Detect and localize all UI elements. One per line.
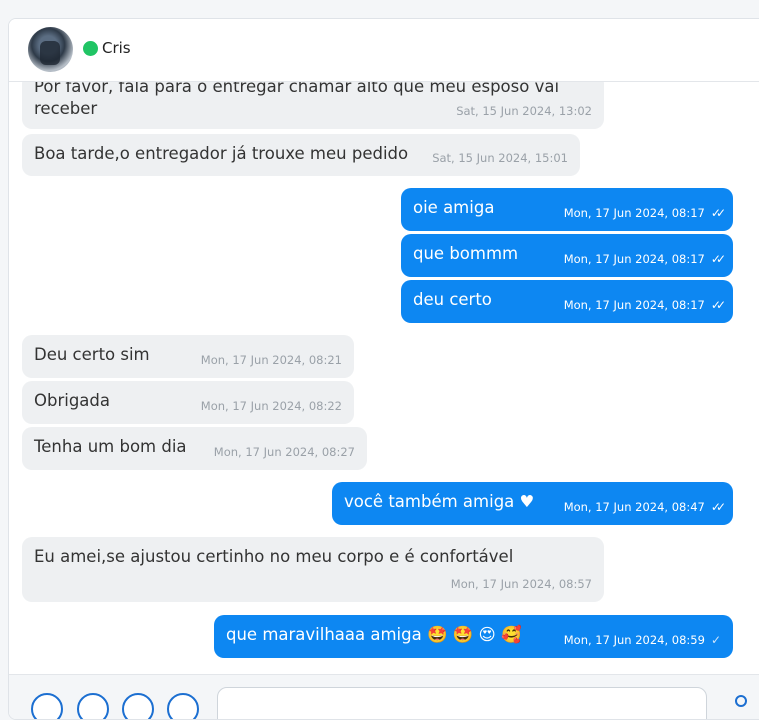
message-bubble[interactable]: Por favor, fala para o entregar chamar a…	[22, 82, 604, 129]
message-timestamp: Mon, 17 Jun 2024, 08:22	[200, 399, 342, 413]
message-bubble[interactable]: você também amiga ♥ Mon, 17 Jun 2024, 08…	[332, 482, 733, 525]
avatar[interactable]	[28, 27, 73, 72]
message-text: você também amiga ♥	[344, 492, 535, 511]
message-text: que maravilhaaa amiga 🤩 🤩 😍 🥰	[226, 625, 522, 644]
message-text: que bommm	[413, 244, 519, 263]
message-timestamp: Sat, 15 Jun 2024, 15:01	[432, 151, 568, 165]
message-bubble[interactable]: que maravilhaaa amiga 🤩 🤩 😍 🥰 Mon, 17 Ju…	[214, 615, 733, 658]
message-text: Boa tarde,o entregador já trouxe meu ped…	[34, 144, 409, 163]
composer-bar	[9, 674, 759, 719]
message-timestamp: Mon, 17 Jun 2024, 08:17	[563, 252, 705, 266]
message-text: Deu certo sim	[34, 345, 150, 364]
attach-image-button[interactable]	[77, 693, 109, 719]
message-bubble[interactable]: Obrigada Mon, 17 Jun 2024, 08:22	[22, 381, 354, 424]
message-meta: Mon, 17 Jun 2024, 08:17 ✓✓	[563, 294, 726, 316]
message-timestamp: Mon, 17 Jun 2024, 08:27	[213, 445, 355, 459]
chat-header: Cris	[9, 19, 759, 82]
message-text: deu certo	[413, 290, 492, 309]
message-timestamp: Mon, 17 Jun 2024, 08:57	[450, 577, 592, 591]
message-text: oie amiga	[413, 198, 495, 217]
chat-panel: Cris Por favor, fala para o entregar cha…	[8, 18, 759, 720]
message-list[interactable]: Por favor, fala para o entregar chamar a…	[9, 82, 759, 674]
double-check-icon: ✓✓	[710, 500, 726, 514]
message-timestamp: Mon, 17 Jun 2024, 08:17	[563, 298, 705, 312]
attach-file-button[interactable]	[31, 693, 63, 719]
single-check-icon: ✓	[710, 633, 721, 647]
send-icon[interactable]	[735, 695, 747, 707]
emoji-button[interactable]	[122, 693, 154, 719]
double-check-icon: ✓✓	[710, 298, 726, 312]
message-meta: Mon, 17 Jun 2024, 08:17 ✓✓	[563, 202, 726, 224]
message-meta: Mon, 17 Jun 2024, 08:47 ✓✓	[563, 496, 726, 518]
message-text: Obrigada	[34, 391, 110, 410]
message-timestamp: Mon, 17 Jun 2024, 08:17	[563, 206, 705, 220]
double-check-icon: ✓✓	[710, 252, 726, 266]
message-bubble[interactable]: oie amiga Mon, 17 Jun 2024, 08:17 ✓✓	[401, 188, 733, 231]
message-timestamp: Mon, 17 Jun 2024, 08:47	[563, 500, 705, 514]
message-bubble[interactable]: deu certo Mon, 17 Jun 2024, 08:17 ✓✓	[401, 280, 733, 323]
message-text: Eu amei,se ajustou certinho no meu corpo…	[34, 547, 514, 566]
message-timestamp: Mon, 17 Jun 2024, 08:21	[200, 353, 342, 367]
message-input[interactable]	[217, 687, 707, 719]
message-bubble[interactable]: Deu certo sim Mon, 17 Jun 2024, 08:21	[22, 335, 354, 378]
online-status-dot	[83, 41, 98, 56]
message-bubble[interactable]: Boa tarde,o entregador já trouxe meu ped…	[22, 134, 580, 176]
contact-name[interactable]: Cris	[102, 39, 131, 57]
message-bubble[interactable]: Tenha um bom dia Mon, 17 Jun 2024, 08:27	[22, 427, 367, 470]
message-timestamp: Mon, 17 Jun 2024, 08:59	[563, 633, 705, 647]
message-timestamp: Sat, 15 Jun 2024, 13:02	[456, 104, 592, 118]
double-check-icon: ✓✓	[710, 206, 726, 220]
message-meta: Mon, 17 Jun 2024, 08:17 ✓✓	[563, 248, 726, 270]
message-bubble[interactable]: que bommm Mon, 17 Jun 2024, 08:17 ✓✓	[401, 234, 733, 277]
message-text: Tenha um bom dia	[34, 437, 187, 456]
message-bubble[interactable]: Eu amei,se ajustou certinho no meu corpo…	[22, 537, 604, 602]
message-meta: Mon, 17 Jun 2024, 08:59 ✓	[564, 629, 721, 651]
audio-button[interactable]	[167, 693, 199, 719]
